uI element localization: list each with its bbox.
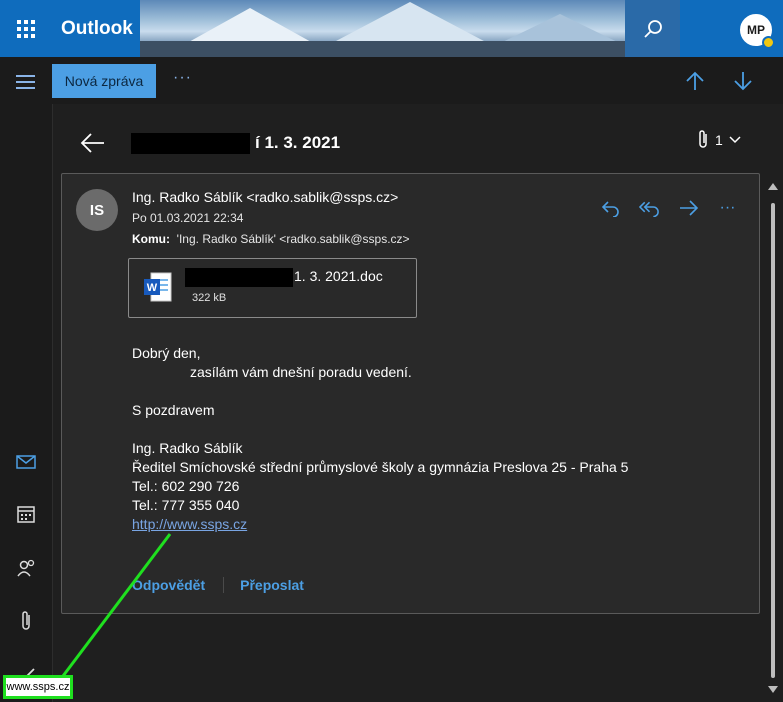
attachment-icon (699, 130, 707, 148)
app-launcher-button[interactable] (0, 0, 52, 57)
signature-tel2: Tel.: 777 355 040 (132, 497, 240, 513)
hamburger-icon[interactable] (16, 75, 35, 93)
attachment-size: 322 kB (192, 292, 227, 304)
divider (223, 577, 225, 593)
reply-all-icon[interactable] (639, 197, 660, 218)
body-greeting: Dobrý den, (132, 345, 201, 361)
presence-status-icon (762, 36, 775, 49)
message-actions: ··· (600, 197, 738, 218)
account-avatar[interactable]: MP (738, 12, 775, 49)
arrow-down-icon[interactable] (732, 70, 754, 92)
to-value[interactable]: 'Ing. Radko Sáblík' <radko.sablik@ssps.c… (177, 232, 410, 246)
account-initials: MP (747, 23, 765, 37)
reply-icon[interactable] (600, 197, 621, 218)
chevron-down-icon (729, 136, 741, 144)
attachment-card[interactable]: W 1. 3. 2021.doc 322 kB (128, 258, 417, 318)
back-arrow-icon[interactable] (80, 130, 106, 156)
calendar-icon[interactable] (14, 502, 38, 526)
sender-name[interactable]: Ing. Radko Sáblík <radko.sablik@ssps.cz> (132, 189, 398, 205)
search-icon (643, 19, 662, 38)
attachment-icon[interactable] (14, 609, 38, 633)
attachments-summary-button[interactable]: 1 (697, 130, 741, 150)
people-icon[interactable] (14, 556, 38, 580)
forward-icon[interactable] (678, 197, 699, 218)
word-doc-icon: W (144, 272, 172, 302)
recipient-line: Komu: 'Ing. Radko Sáblík' <radko.sablik@… (132, 232, 410, 246)
left-navigation-rail (0, 104, 53, 702)
sender-avatar[interactable]: IS (76, 189, 118, 231)
quick-reply-bar: Odpovědět Přeposlat (132, 577, 304, 593)
message-date: Po 01.03.2021 22:34 (132, 211, 244, 225)
body-closing: S pozdravem (132, 402, 215, 418)
header-banner-image (140, 0, 625, 57)
attachment-name-redaction (185, 268, 293, 287)
new-mail-button[interactable]: Nová zpráva (52, 64, 156, 98)
signature-title: Ředitel Smíchovské střední průmyslové šk… (132, 459, 629, 475)
signature-name: Ing. Radko Sáblík (132, 440, 243, 456)
svg-text:W: W (147, 282, 158, 294)
body-line1: zasílám vám dnešní poradu vedení. (190, 364, 412, 380)
status-bar-url: www.ssps.cz (3, 675, 73, 699)
forward-button[interactable]: Přeposlat (240, 577, 304, 593)
subject-redaction (131, 133, 250, 154)
search-button[interactable] (625, 0, 680, 57)
scroll-down-arrow[interactable] (768, 686, 778, 693)
top-bar: Outlook MP (0, 0, 783, 57)
app-brand[interactable]: Outlook (61, 18, 133, 40)
more-commands-button[interactable]: ··· (173, 69, 192, 87)
to-label: Komu: (132, 232, 170, 246)
reply-button[interactable]: Odpovědět (132, 577, 205, 593)
signature-tel1: Tel.: 602 290 726 (132, 478, 240, 494)
waffle-icon (17, 19, 35, 38)
scrollbar[interactable] (766, 183, 780, 702)
mail-icon[interactable] (14, 450, 38, 474)
more-actions-button[interactable]: ··· (717, 197, 738, 218)
attachment-count: 1 (715, 132, 723, 148)
command-bar: Nová zpráva ··· (0, 57, 783, 105)
message-subject: í 1. 3. 2021 (255, 133, 341, 152)
arrow-up-icon[interactable] (684, 70, 706, 92)
signature-link[interactable]: http://www.ssps.cz (132, 516, 247, 532)
attachment-name: 1. 3. 2021.doc (294, 268, 383, 284)
scroll-up-arrow[interactable] (768, 183, 778, 190)
scroll-thumb[interactable] (771, 203, 775, 678)
